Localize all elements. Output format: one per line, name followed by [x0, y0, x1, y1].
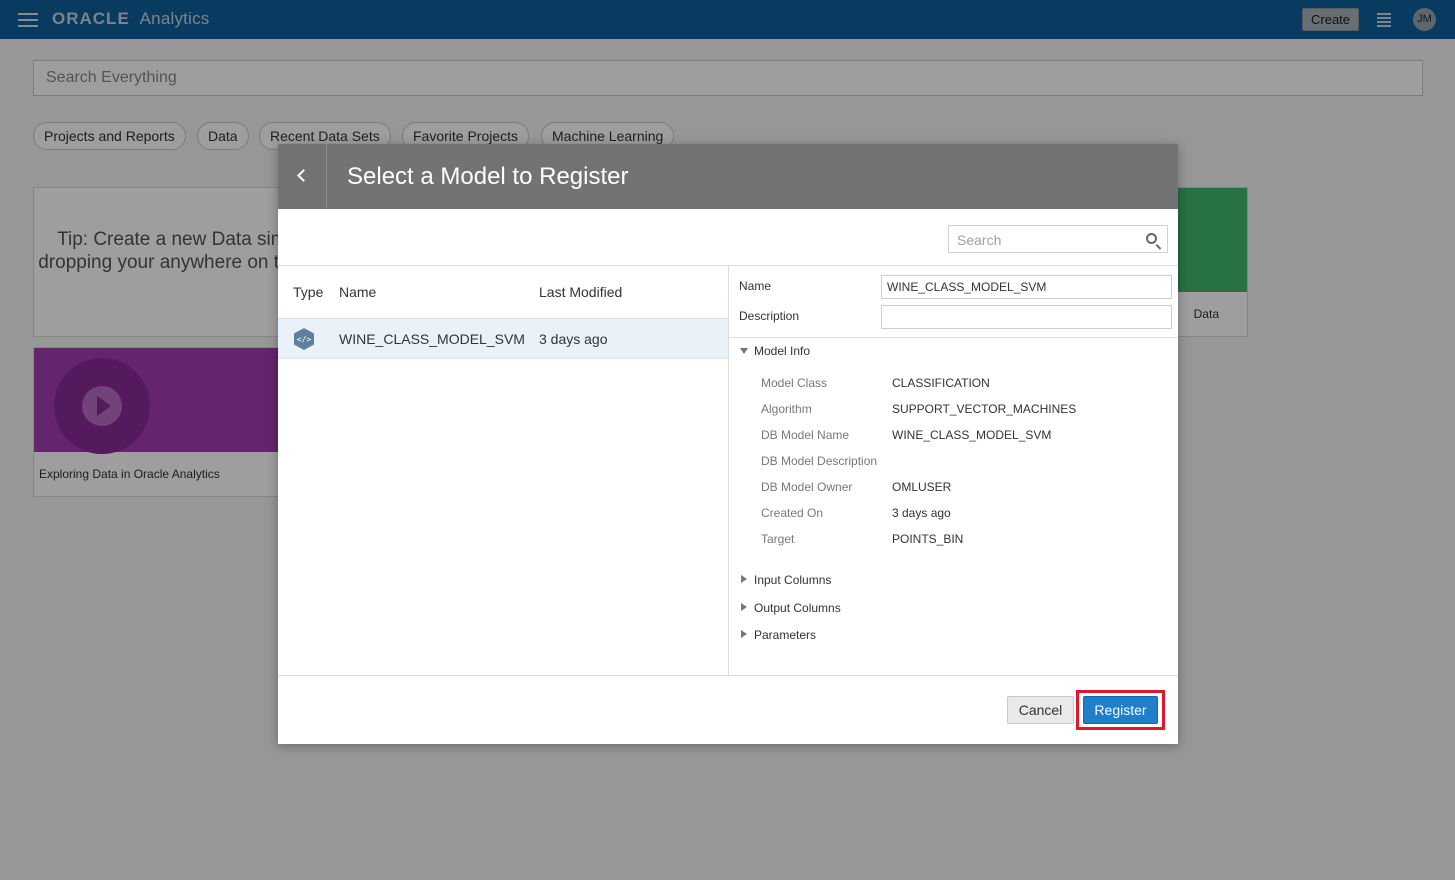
info-key: Target	[761, 532, 795, 546]
column-header-last-modified[interactable]: Last Modified	[539, 284, 622, 300]
dialog-header: Select a Model to Register	[278, 144, 1178, 209]
search-icon[interactable]	[1146, 233, 1157, 244]
cancel-button[interactable]: Cancel	[1007, 696, 1074, 724]
info-value: WINE_CLASS_MODEL_SVM	[892, 428, 1052, 442]
description-field[interactable]	[881, 305, 1172, 329]
info-key: Created On	[761, 506, 824, 520]
info-value: OMLUSER	[892, 480, 952, 494]
details-divider	[729, 337, 1178, 338]
register-button[interactable]: Register	[1083, 696, 1158, 724]
info-value: CLASSIFICATION	[892, 376, 990, 390]
name-field[interactable]: WINE_CLASS_MODEL_SVM	[881, 275, 1172, 299]
collapse-triangle-icon[interactable]	[740, 348, 748, 354]
svg-text:</>: </>	[297, 335, 312, 344]
expand-triangle-icon[interactable]	[741, 575, 747, 583]
model-hexagon-icon: </>	[294, 328, 314, 350]
model-search-input[interactable]: Search	[948, 225, 1168, 253]
info-key: DB Model Owner	[761, 480, 853, 494]
info-key: Model Class	[761, 376, 828, 390]
model-info-toggle[interactable]: Model Info	[754, 344, 810, 358]
expand-triangle-icon[interactable]	[741, 630, 747, 638]
info-value: 3 days ago	[892, 506, 951, 520]
model-row-last-modified: 3 days ago	[539, 331, 608, 347]
info-value: POINTS_BIN	[892, 532, 964, 546]
info-key: DB Model Name	[761, 428, 850, 442]
panel-divider	[728, 265, 729, 675]
description-label: Description	[739, 309, 800, 323]
parameters-toggle[interactable]: Parameters	[754, 628, 816, 642]
column-header-type[interactable]: Type	[293, 284, 323, 300]
footer-divider	[278, 675, 1178, 676]
dialog-title: Select a Model to Register	[347, 163, 629, 190]
model-row-name: WINE_CLASS_MODEL_SVM	[339, 331, 525, 347]
model-row[interactable]: </> WINE_CLASS_MODEL_SVM 3 days ago	[278, 318, 728, 359]
name-label: Name	[739, 279, 772, 293]
input-columns-toggle[interactable]: Input Columns	[754, 573, 831, 587]
info-key: Algorithm	[761, 402, 812, 416]
column-header-name[interactable]: Name	[339, 284, 376, 300]
chevron-left-icon	[297, 169, 310, 182]
info-key: DB Model Description	[761, 454, 878, 468]
expand-triangle-icon[interactable]	[741, 603, 747, 611]
info-value: SUPPORT_VECTOR_MACHINES	[892, 402, 1077, 416]
output-columns-toggle[interactable]: Output Columns	[754, 601, 841, 615]
select-model-dialog: Select a Model to Register Search Type N…	[278, 144, 1178, 744]
search-placeholder: Search	[957, 232, 1002, 248]
back-button[interactable]	[278, 144, 327, 209]
